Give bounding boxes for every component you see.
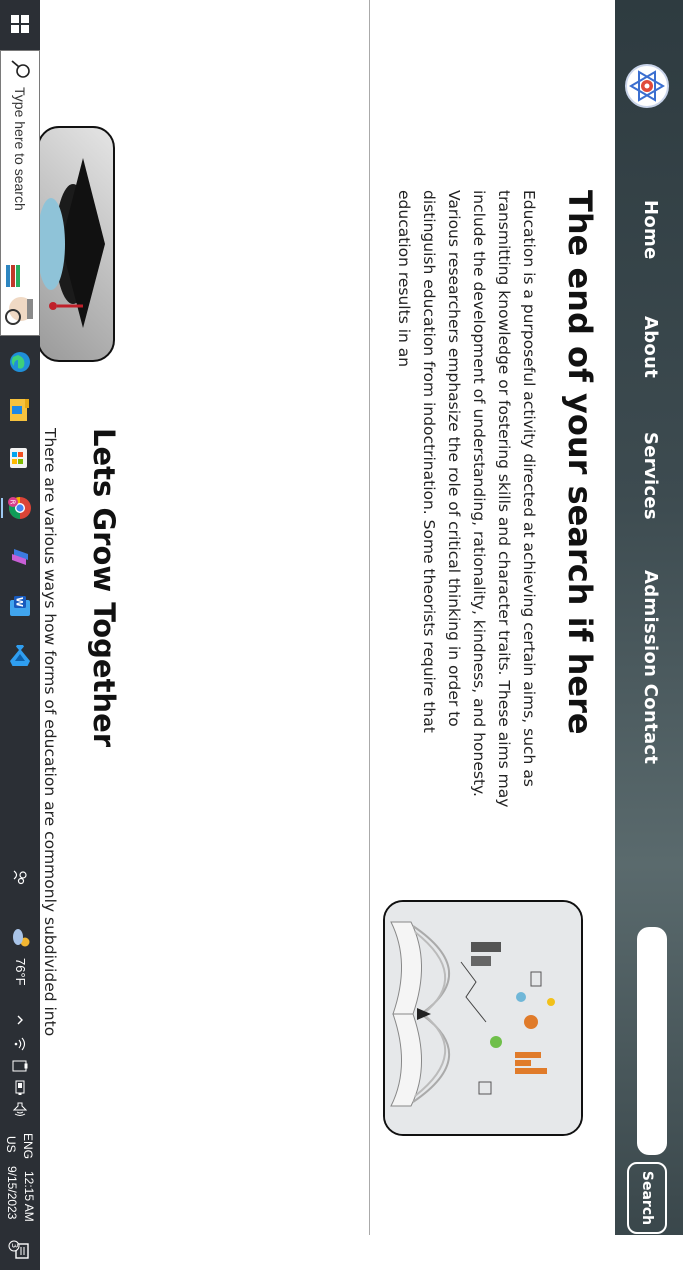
graduation-cap-image [37,126,115,362]
windows-logo-icon [11,15,29,33]
section-title: Lets Grow Together [87,428,121,748]
show-hidden-icons-chevron-icon[interactable] [12,1012,28,1028]
svg-text:W: W [14,597,24,607]
clock-date[interactable]: 9/15/2023 [5,1166,19,1219]
volume-icon[interactable] [12,1102,28,1118]
vertical-divider [369,0,370,1235]
chrome-icon[interactable]: R [4,492,36,524]
hero-title: The end of your search if here [561,190,599,735]
clipboard-icon[interactable] [12,1058,28,1074]
clock-time[interactable]: 12:15 AM [22,1171,36,1222]
notification-count: 3 [10,1243,19,1249]
nav-services-link[interactable]: Services [640,432,661,520]
microsoft-store-icon[interactable] [4,442,36,474]
nav-admission-contact-link[interactable]: Admission Contact [640,570,661,764]
windows-taskbar: Type here to search R W 76°F ENG US 12:1… [0,0,40,1270]
top-navbar: Home About Services Admission Contact Se… [615,0,683,1235]
taskbar-search-placeholder: Type here to search [12,87,28,211]
people-icon[interactable] [12,870,28,886]
weather-icon[interactable] [10,928,32,950]
start-button[interactable] [0,0,40,48]
hero-paragraph: Education is a purposeful activity direc… [395,190,538,808]
site-search-button[interactable]: Search [627,1162,667,1234]
battery-icon[interactable] [12,1080,28,1096]
svg-text:R: R [9,500,17,505]
edge-icon[interactable] [4,346,36,378]
language-indicator-secondary[interactable]: US [4,1136,18,1153]
taskbar-search-box[interactable]: Type here to search [0,50,40,336]
language-indicator-primary[interactable]: ENG [21,1133,35,1159]
section-paragraph: There are various ways how forms of educ… [41,428,59,1037]
nav-about-link[interactable]: About [640,316,661,378]
site-search-input[interactable] [637,927,667,1155]
search-icon [11,60,30,78]
weather-temperature: 76°F [13,958,28,986]
site-logo[interactable] [625,64,669,108]
file-explorer-icon[interactable] [4,394,36,426]
notifications-icon[interactable]: 3 [8,1240,30,1262]
word-icon[interactable]: W [4,590,36,622]
copilot-icon[interactable] [4,541,36,573]
open-book-image [383,900,583,1136]
search-highlight-illustration-icon [5,265,33,325]
vscode-icon[interactable] [4,640,36,672]
wifi-icon[interactable] [12,1036,28,1052]
nav-home-link[interactable]: Home [640,200,661,260]
